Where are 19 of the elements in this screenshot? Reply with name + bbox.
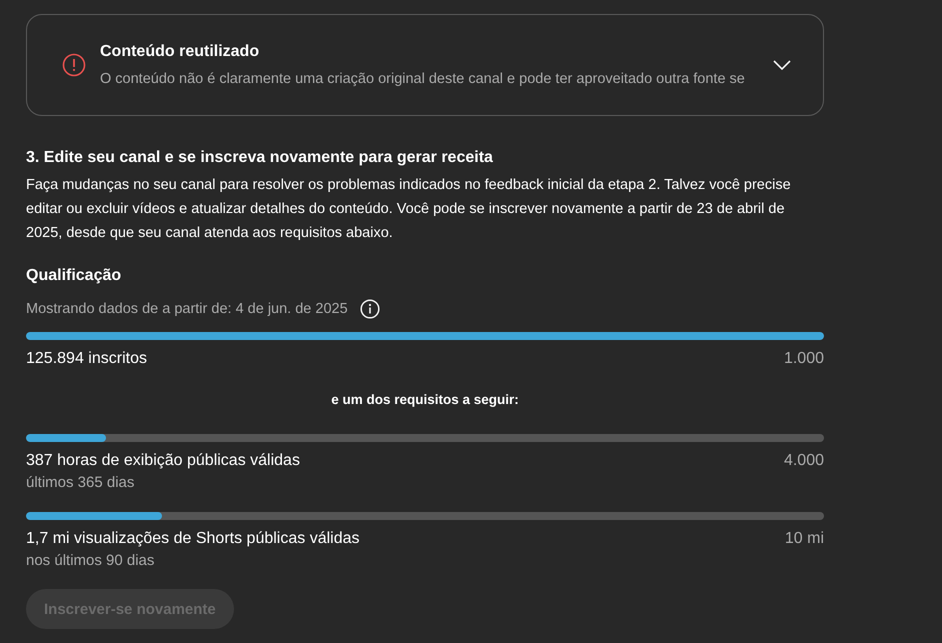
requirement-target: 10 mi <box>784 530 824 548</box>
issue-card[interactable]: Conteúdo reutilizado O conteúdo não é claramente uma criação original deste canal e pode ter aproveitado outra fonte se <box>26 14 824 116</box>
chevron-icon[interactable] <box>773 60 791 70</box>
issue-title: Conteúdo reutilizado <box>100 43 260 61</box>
requirement-period: últimos 365 dias <box>26 474 136 491</box>
requirement-label: 125.894 inscritos <box>26 350 147 368</box>
requirement-label: 387 horas de exibição públicas válidas <box>26 452 300 470</box>
warning-icon <box>62 53 86 77</box>
info-icon[interactable] <box>360 299 380 319</box>
data-date-note: Mostrando dados de a partir de: 4 de jun. de 2025 <box>26 301 348 317</box>
section-heading: Qualificação <box>26 267 122 285</box>
step-description: Faça mudanças no seu canal para resolver os problemas indicados no feedback inicial da etapa 2. Talvez você precise editar ou excluir vídeos e atualizar detalhes do conteúdo. Você pode se inscrever novamente a partir de 23 de abril de 2025, desde que seu canal atenda aos requisitos abaixo. <box>26 176 792 243</box>
requirement-label: 1,7 mi visualizações de Shorts públicas válidas <box>26 530 360 548</box>
requirement-target: 4.000 <box>784 452 824 470</box>
requirements-note: e um dos requisitos a seguir: <box>330 392 520 407</box>
step-heading: 3. Edite seu canal e se inscreva novamente para gerar receita <box>26 149 494 167</box>
issue-description: O conteúdo não é claramente uma criação original deste canal e pode ter aproveitado outra fonte se <box>100 71 746 87</box>
requirement-period: nos últimos 90 dias <box>26 552 156 569</box>
requirement-target: 1.000 <box>784 350 824 368</box>
